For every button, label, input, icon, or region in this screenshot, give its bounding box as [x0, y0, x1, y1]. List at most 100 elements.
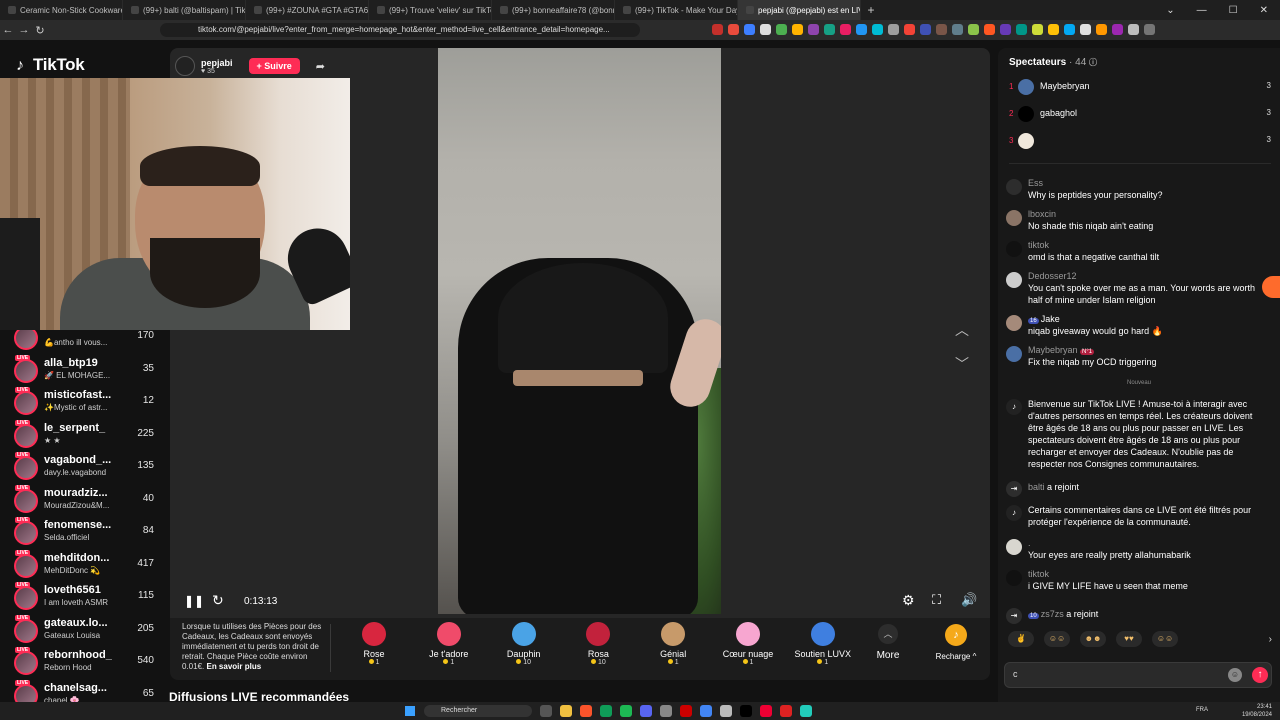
extension-icon[interactable] — [968, 24, 979, 35]
following-list-item[interactable]: LIVE loveth6561 I am loveth ASMR 115 — [14, 582, 154, 616]
gift-item[interactable]: Soutien LUVX 1 — [786, 622, 860, 666]
extension-icon[interactable] — [904, 24, 915, 35]
app-icon[interactable] — [680, 705, 692, 717]
browser-tab[interactable]: (99+) balti (@baltispam) | TikTok — [123, 0, 246, 20]
following-list-item[interactable]: LIVE rebornhood_ Reborn Hood 540 — [14, 647, 154, 681]
extension-icon[interactable] — [936, 24, 947, 35]
emoji-button[interactable]: ☺☺ — [1044, 631, 1070, 647]
fullscreen-icon[interactable]: ⛶ — [932, 592, 941, 608]
chevron-right-icon[interactable]: › — [1269, 634, 1272, 645]
ranking-row[interactable]: 33 — [1009, 131, 1271, 151]
share-icon[interactable]: ➦ — [316, 60, 325, 73]
emoji-button[interactable]: ☻☻ — [1080, 631, 1106, 647]
system-clock[interactable]: 23:41 19/08/2024 — [1242, 703, 1272, 719]
refresh-icon[interactable]: ↻ — [212, 592, 224, 609]
follow-button[interactable]: + Suivre — [248, 58, 300, 74]
extension-icon[interactable] — [1064, 24, 1075, 35]
volume-icon[interactable]: 🔊 — [961, 592, 977, 608]
extension-icon[interactable] — [1080, 24, 1091, 35]
emoji-picker-icon[interactable]: ☺ — [1228, 668, 1242, 682]
extension-icon[interactable] — [840, 24, 851, 35]
following-list-item[interactable]: LIVE misticofast... ✨Mystic of astr... 12 — [14, 387, 154, 421]
chevron-down-icon[interactable]: ﹀ — [955, 354, 969, 374]
host-avatar[interactable] — [175, 56, 195, 76]
extension-icon[interactable] — [776, 24, 787, 35]
following-list-item[interactable]: LIVE mehditdon... MehDitDonc 💫 417 — [14, 549, 154, 584]
taskbar-search[interactable]: Rechercher — [424, 705, 532, 717]
chevron-down-icon[interactable]: ⌄ — [1166, 5, 1174, 16]
gift-item[interactable]: Rosa 10 — [561, 622, 635, 666]
folder-icon[interactable] — [560, 705, 572, 717]
windows-start-icon[interactable] — [405, 706, 415, 716]
gift-item[interactable]: Dauphin 10 — [487, 622, 561, 666]
gift-item[interactable]: Cœur nuage 1 — [711, 622, 785, 666]
settings-icon[interactable]: ⚙ — [902, 592, 915, 609]
learn-more-link[interactable]: En savoir plus — [206, 662, 261, 671]
spotify-icon[interactable] — [620, 705, 632, 717]
emoji-button[interactable]: ✌ — [1008, 631, 1034, 647]
profile-icon[interactable] — [1144, 24, 1155, 35]
floating-promo-icon[interactable] — [1262, 276, 1280, 298]
minimize-icon[interactable]: — — [1197, 5, 1207, 16]
following-list-item[interactable]: LIVE mouradziz... MouradZizou&M... 40 — [14, 484, 154, 519]
brave-icon[interactable] — [580, 705, 592, 717]
extension-icon[interactable] — [1128, 24, 1139, 35]
ranking-row[interactable]: 2 gabaghol 3 — [1009, 104, 1271, 124]
following-list-item[interactable]: LIVE le_serpent_ ★ ★ 225 — [14, 419, 154, 454]
ranking-row[interactable]: 1 Maybebryan 3 — [1009, 77, 1271, 97]
app-icon[interactable] — [740, 705, 752, 717]
browser-tab[interactable]: (99+) TikTok - Make Your Day — [615, 0, 738, 20]
extension-icon[interactable] — [1016, 24, 1027, 35]
new-tab-button[interactable]: + — [861, 3, 881, 17]
language-indicator[interactable]: FRA — [1196, 707, 1208, 713]
app-icon[interactable] — [800, 705, 812, 717]
extension-icon[interactable] — [872, 24, 883, 35]
close-window-icon[interactable]: ✕ — [1260, 5, 1268, 16]
browser-tab[interactable]: Ceramic Non-Stick Cookware: Non-T — [0, 0, 123, 20]
extension-icon[interactable] — [824, 24, 835, 35]
extension-icon[interactable] — [1048, 24, 1059, 35]
extension-icon[interactable] — [888, 24, 899, 35]
gift-item[interactable]: Rose 1 — [337, 622, 411, 666]
extension-icon[interactable] — [1000, 24, 1011, 35]
maximize-icon[interactable]: ☐ — [1229, 5, 1238, 16]
send-icon[interactable]: ↑ — [1252, 667, 1268, 683]
app-icon[interactable] — [600, 705, 612, 717]
extension-icon[interactable] — [920, 24, 931, 35]
extension-icon[interactable] — [728, 24, 739, 35]
extension-icon[interactable] — [808, 24, 819, 35]
back-icon[interactable]: ← — [0, 24, 16, 36]
extension-icon[interactable] — [952, 24, 963, 35]
browser-tab[interactable]: (99+) bonneaffaire78 (@bonneaffaire — [492, 0, 615, 20]
following-list-item[interactable]: LIVE fenomense... Selda.officiel 84 — [14, 517, 154, 551]
extension-icon[interactable] — [744, 24, 755, 35]
following-list-item[interactable]: LIVE alla_btp19 🚀 EL MOHAGE... 35 — [14, 354, 154, 389]
forward-icon[interactable]: → — [16, 24, 32, 36]
host-name[interactable]: pepjabi — [201, 58, 233, 68]
chrome-icon[interactable] — [700, 705, 712, 717]
emoji-button[interactable]: ☺☺ — [1152, 631, 1178, 647]
app-icon[interactable] — [760, 705, 772, 717]
browser-tab-active[interactable]: pepjabi (@pepjabi) est en LIVE✕ — [738, 0, 861, 20]
gift-item[interactable]: Génial 1 — [636, 622, 710, 666]
extension-icon[interactable] — [856, 24, 867, 35]
live-stream-video[interactable] — [438, 48, 721, 614]
app-icon[interactable] — [540, 705, 552, 717]
extension-icon[interactable] — [712, 24, 723, 35]
app-icon[interactable] — [780, 705, 792, 717]
extension-icon[interactable] — [1096, 24, 1107, 35]
tiktok-logo[interactable]: ♪ TikTok — [16, 55, 85, 75]
app-icon[interactable] — [660, 705, 672, 717]
following-list-item[interactable]: LIVE💪antho ill vous...170 — [14, 330, 154, 356]
pause-icon[interactable]: ❚❚ — [184, 594, 204, 608]
reload-icon[interactable]: ↻ — [32, 24, 48, 37]
extension-icon[interactable] — [792, 24, 803, 35]
following-list-item[interactable]: LIVE vagabond_... davy.le.vagabond 135 — [14, 452, 154, 486]
extension-icon[interactable] — [760, 24, 771, 35]
app-icon[interactable] — [720, 705, 732, 717]
extension-icon[interactable] — [1112, 24, 1123, 35]
emoji-button[interactable]: ♥♥ — [1116, 631, 1142, 647]
extension-icon[interactable] — [984, 24, 995, 35]
following-list-item[interactable]: LIVE gateaux.lo... Gateaux Louisa 205 — [14, 614, 154, 649]
gift-item[interactable]: Je t'adore 1 — [412, 622, 486, 666]
